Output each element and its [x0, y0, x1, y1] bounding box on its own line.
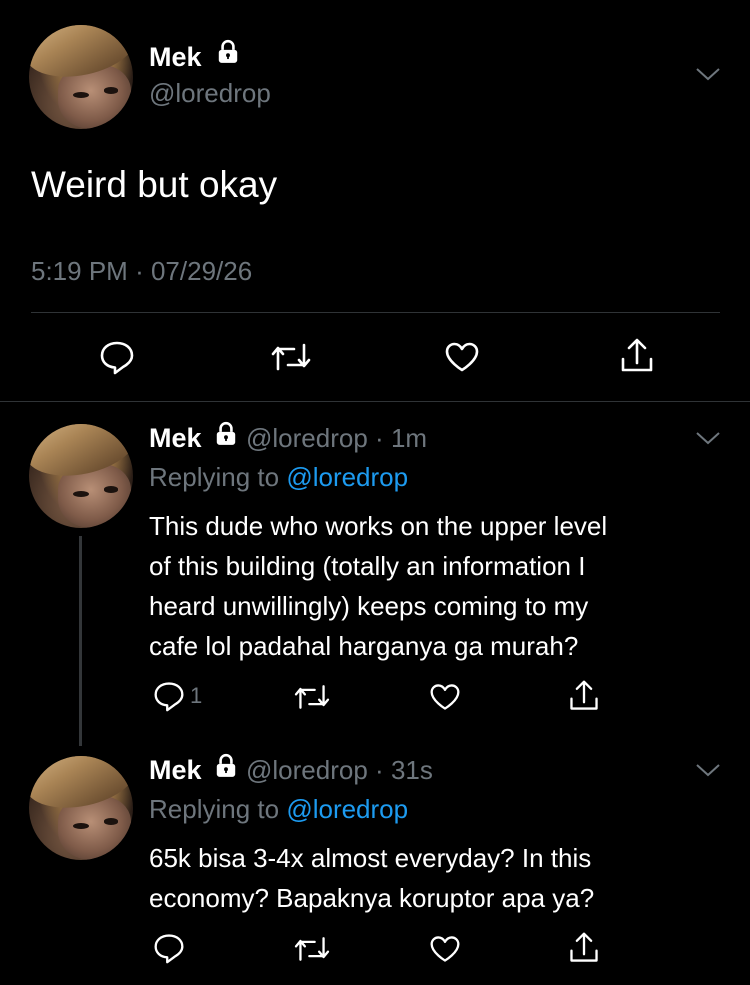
reply-text: This dude who works on the upper level o… [149, 511, 608, 661]
avatar[interactable] [29, 25, 133, 129]
lock-icon [213, 753, 239, 786]
avatar[interactable] [29, 424, 133, 528]
reply-time[interactable]: 1m [391, 423, 427, 453]
reply-count: 1 [190, 683, 203, 708]
divider [0, 401, 750, 402]
author-name[interactable]: Mek [149, 423, 202, 453]
retweet-icon[interactable] [293, 681, 331, 713]
reply-header: Mek @loredrop · 31s [149, 753, 433, 786]
replying-to: Replying to @loredrop [149, 794, 409, 824]
share-icon[interactable] [618, 337, 656, 375]
thread-line [79, 536, 82, 746]
share-icon[interactable] [567, 931, 601, 965]
reply-icon[interactable] [98, 339, 136, 375]
author-handle[interactable]: @loredrop [149, 78, 271, 109]
reply-text: 65k bisa 3-4x almost everyday? In this e… [149, 843, 595, 913]
reply-time[interactable]: 31s [391, 755, 433, 785]
like-icon[interactable] [443, 339, 481, 375]
dot-separator: · [375, 755, 384, 785]
retweet-icon[interactable] [293, 933, 331, 965]
reply-header: Mek @loredrop · 1m [149, 421, 427, 454]
author-name[interactable]: Mek [149, 755, 202, 785]
author-handle[interactable]: @loredrop [246, 423, 368, 453]
lock-icon [213, 421, 239, 454]
mention-link[interactable]: @loredrop [286, 462, 408, 492]
author-name[interactable]: Mek [149, 39, 241, 73]
replying-to: Replying to @loredrop [149, 462, 409, 492]
share-icon[interactable] [567, 679, 601, 713]
lock-icon [215, 39, 241, 72]
author-handle[interactable]: @loredrop [246, 755, 368, 785]
chevron-down-icon[interactable] [694, 760, 722, 780]
retweet-icon[interactable] [270, 339, 312, 375]
mention-link[interactable]: @loredrop [286, 794, 408, 824]
dot-separator: · [375, 423, 384, 453]
reply-icon[interactable] [152, 932, 186, 964]
avatar[interactable] [29, 756, 133, 860]
like-icon[interactable] [428, 933, 462, 965]
reply-icon [152, 680, 186, 712]
chevron-down-icon[interactable] [694, 428, 722, 448]
tweet-text: Weird but okay [31, 164, 278, 205]
chevron-down-icon[interactable] [694, 64, 722, 84]
like-icon[interactable] [428, 681, 462, 713]
tweet-timestamp[interactable]: 5:19 PM · 07/29/26 [31, 256, 252, 287]
divider [31, 312, 720, 313]
reply-button[interactable]: 1 [152, 680, 202, 712]
